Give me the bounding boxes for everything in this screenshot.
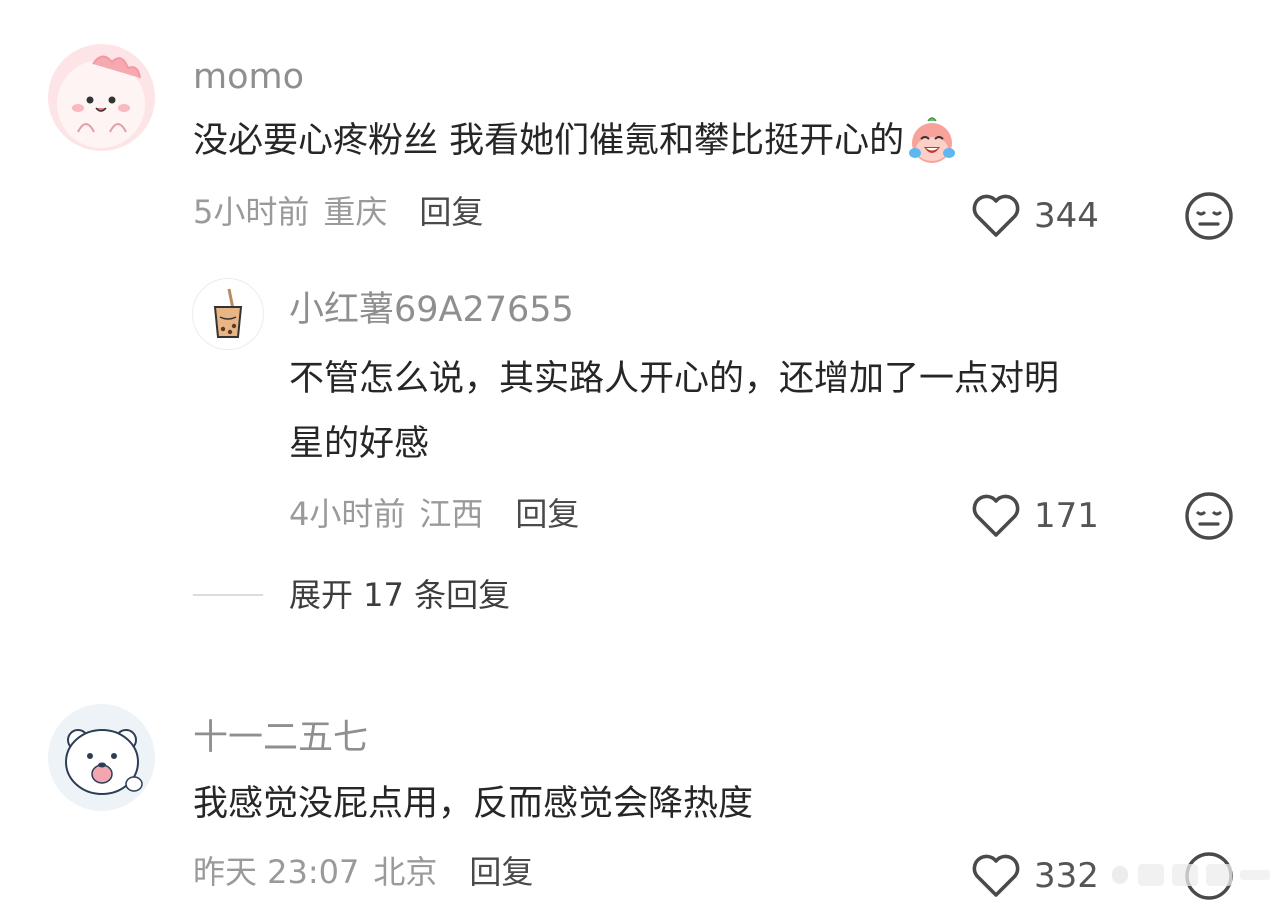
reply-button[interactable]: 回复: [419, 196, 483, 228]
avatar[interactable]: [192, 278, 264, 350]
comment-text: 没必要心疼粉丝 我看她们催氪和攀比挺开心的: [193, 120, 905, 161]
comment-location: 重庆: [323, 193, 388, 231]
heart-icon: [972, 494, 1020, 537]
comment-item: momo 没必要心疼粉丝 我看她们催氪和攀比挺开心的 5小时前 重庆 回复 34: [0, 0, 1284, 260]
comment-text-row: 没必要心疼粉丝 我看她们催氪和攀比挺开心的: [193, 113, 958, 169]
reply-item: 小红薯69A27655 不管怎么说，其实路人开心的，还增加了一点对明 星的好感 …: [0, 270, 1284, 540]
avatar[interactable]: [48, 704, 155, 811]
heart-icon: [972, 194, 1020, 237]
comment-time: 昨天 23:07: [193, 853, 360, 891]
like-button[interactable]: 332: [970, 850, 1099, 902]
comment-text: 我感觉没屁点用，反而感觉会降热度: [193, 784, 754, 824]
dislike-face-icon[interactable]: [1184, 191, 1234, 241]
comment-time: 5小时前: [193, 193, 310, 231]
dislike-face-icon[interactable]: [1184, 491, 1234, 541]
heart-icon: [972, 854, 1020, 897]
reply-text-line2: 星的好感: [289, 424, 430, 464]
comment-item: 十一二五七 我感觉没屁点用，反而感觉会降热度 昨天 23:07 北京 回复 33…: [0, 690, 1284, 904]
reply-button[interactable]: 回复: [515, 498, 579, 530]
like-count: 171: [1034, 496, 1099, 536]
comment-meta: 5小时前 重庆 回复: [193, 196, 483, 228]
like-button[interactable]: 344: [970, 190, 1099, 242]
avatar[interactable]: [48, 44, 155, 151]
reply-username[interactable]: 小红薯69A27655: [289, 293, 574, 328]
comment-username[interactable]: momo: [193, 60, 304, 95]
reply-time: 4小时前: [289, 495, 406, 533]
reply-button[interactable]: 回复: [469, 856, 533, 888]
reply-meta: 4小时前 江西 回复: [289, 498, 579, 530]
like-count: 344: [1034, 196, 1099, 236]
comment-location: 北京: [373, 853, 438, 891]
comment-meta: 昨天 23:07 北京 回复: [193, 856, 533, 888]
watermark: [1108, 860, 1278, 890]
expand-replies-button[interactable]: 展开 17 条回复: [289, 579, 510, 611]
divider-line: [193, 594, 263, 596]
like-button[interactable]: 171: [970, 490, 1099, 542]
comment-username[interactable]: 十一二五七: [193, 721, 368, 756]
reply-location: 江西: [419, 495, 484, 533]
crying-laughing-sticker-icon: [906, 115, 958, 167]
expand-replies-row[interactable]: 展开 17 条回复: [193, 575, 510, 615]
like-count: 332: [1034, 856, 1099, 896]
reply-text-line1: 不管怎么说，其实路人开心的，还增加了一点对明: [289, 359, 1060, 399]
